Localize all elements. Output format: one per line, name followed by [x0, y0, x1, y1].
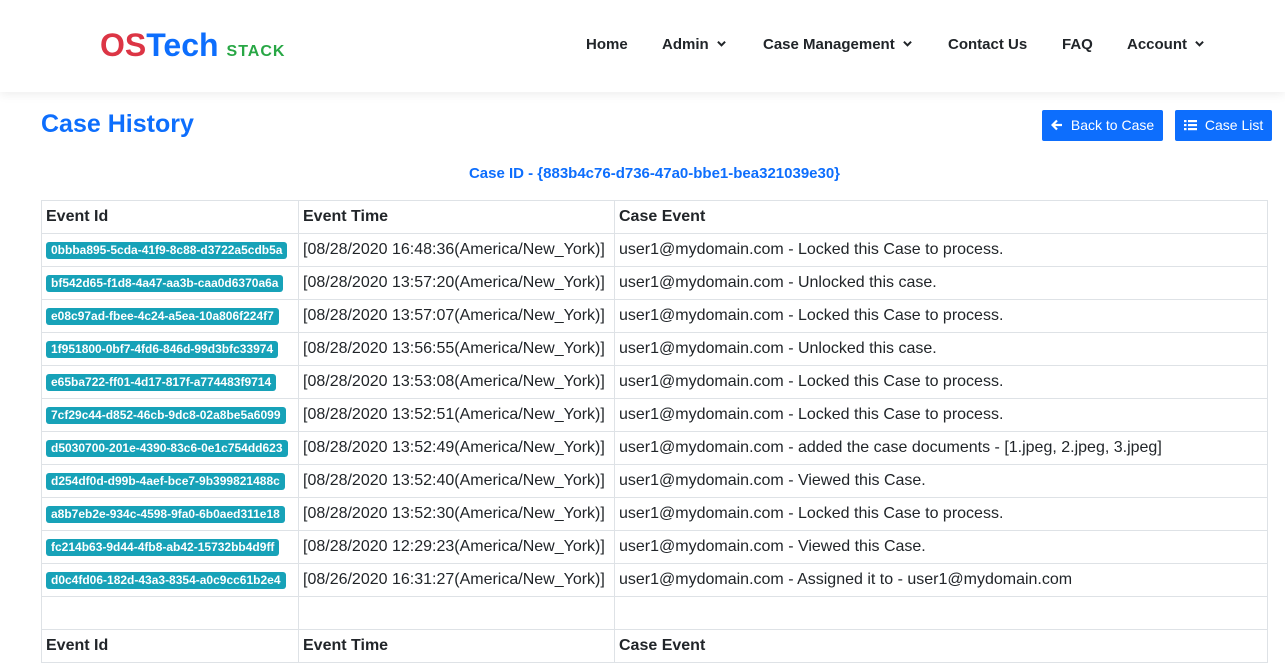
- event-id-cell: e08c97ad-fbee-4c24-a5ea-10a806f224f7: [41, 299, 299, 333]
- case-id: Case ID - {883b4c76-d736-47a0-bbe1-bea32…: [468, 165, 841, 182]
- chevron-down-icon: [716, 40, 726, 47]
- event-id-badge: 0bbba895-5cda-41f9-8c88-d3722a5cdb5a: [46, 242, 288, 259]
- nav-faq-label: FAQ: [1062, 36, 1093, 53]
- table-row: a8b7eb2e-934c-4598-9fa0-6b0aed311e18 [08/…: [41, 497, 1268, 531]
- nav-faq[interactable]: FAQ: [1062, 36, 1093, 53]
- table-row: d254df0d-d99b-4aef-bce7-9b399821488c [08/…: [41, 464, 1268, 498]
- nav-admin-label: Admin: [662, 36, 709, 53]
- header-event-id: Event Id: [41, 200, 299, 234]
- event-id-badge: d0c4fd06-182d-43a3-8354-a0c9cc61b2e4: [46, 572, 286, 589]
- event-id-cell: fc214b63-9d44-4fb8-ab42-15732bb4d9ff: [41, 530, 299, 564]
- event-time-cell: [08/28/2020 12:29:23(America/New_York)]: [298, 530, 615, 564]
- event-id-cell: 0bbba895-5cda-41f9-8c88-d3722a5cdb5a: [41, 233, 299, 267]
- case-event-cell: user1@mydomain.com - Locked this Case to…: [614, 299, 1268, 333]
- event-id-cell: d254df0d-d99b-4aef-bce7-9b399821488c: [41, 464, 299, 498]
- table-row: 0bbba895-5cda-41f9-8c88-d3722a5cdb5a [08/…: [41, 233, 1268, 267]
- table-row: e65ba722-ff01-4d17-817f-a774483f9714 [08/…: [41, 365, 1268, 399]
- event-time-cell: [08/28/2020 13:53:08(America/New_York)]: [298, 365, 615, 399]
- case-event-cell: user1@mydomain.com - Locked this Case to…: [614, 233, 1268, 267]
- nav-home-label: Home: [586, 36, 628, 53]
- brand-tech: Tech: [146, 27, 219, 63]
- table-row: 7cf29c44-d852-46cb-9dc8-02a8be5a6099 [08/…: [41, 398, 1268, 432]
- footer-event-id: Event Id: [41, 629, 299, 663]
- event-id-cell: bf542d65-f1d8-4a47-aa3b-caa0d6370a6a: [41, 266, 299, 300]
- spacer-cell: [614, 596, 1268, 630]
- case-list-label: Case List: [1204, 117, 1264, 133]
- nav-admin[interactable]: Admin: [662, 36, 726, 53]
- nav-account[interactable]: Account: [1127, 36, 1204, 53]
- event-id-cell: 7cf29c44-d852-46cb-9dc8-02a8be5a6099: [41, 398, 299, 432]
- nav-contact-us-label: Contact Us: [948, 36, 1028, 53]
- event-id-badge: 7cf29c44-d852-46cb-9dc8-02a8be5a6099: [46, 407, 286, 424]
- footer-case-event: Case Event: [614, 629, 1268, 663]
- event-time-cell: [08/28/2020 13:52:40(America/New_York)]: [298, 464, 615, 498]
- brand-stack: STACK: [226, 43, 286, 60]
- event-time-cell: [08/28/2020 13:57:20(America/New_York)]: [298, 266, 615, 300]
- brand-logo[interactable]: OSTech STACK: [100, 27, 285, 64]
- event-id-badge: d254df0d-d99b-4aef-bce7-9b399821488c: [46, 473, 285, 490]
- event-time-cell: [08/28/2020 16:48:36(America/New_York)]: [298, 233, 615, 267]
- table-header-row: Event Id Event Time Case Event: [41, 200, 1268, 234]
- case-history-table: Event Id Event Time Case Event 0bbba895-…: [41, 200, 1268, 663]
- nav-home[interactable]: Home: [586, 36, 628, 53]
- chevron-down-icon: [1195, 40, 1204, 47]
- event-id-cell: a8b7eb2e-934c-4598-9fa0-6b0aed311e18: [41, 497, 299, 531]
- table-row: d5030700-201e-4390-83c6-0e1c754dd623 [08/…: [41, 431, 1268, 465]
- event-id-badge: d5030700-201e-4390-83c6-0e1c754dd623: [46, 440, 288, 457]
- chevron-down-icon: [902, 40, 912, 47]
- nav-case-management[interactable]: Case Management: [763, 36, 912, 53]
- event-id-badge: fc214b63-9d44-4fb8-ab42-15732bb4d9ff: [46, 539, 280, 556]
- event-id-badge: 1f951800-0bf7-4fd6-846d-99d3bfc33974: [46, 341, 279, 358]
- case-event-cell: user1@mydomain.com - added the case docu…: [614, 431, 1268, 465]
- case-event-cell: user1@mydomain.com - Locked this Case to…: [614, 365, 1268, 399]
- case-event-cell: user1@mydomain.com - Assigned it to - us…: [614, 563, 1268, 597]
- case-event-cell: user1@mydomain.com - Locked this Case to…: [614, 497, 1268, 531]
- event-id-badge: bf542d65-f1d8-4a47-aa3b-caa0d6370a6a: [46, 275, 284, 292]
- event-id-badge: e08c97ad-fbee-4c24-a5ea-10a806f224f7: [46, 308, 279, 325]
- event-time-cell: [08/28/2020 13:52:30(America/New_York)]: [298, 497, 615, 531]
- case-event-cell: user1@mydomain.com - Viewed this Case.: [614, 464, 1268, 498]
- table-row: d0c4fd06-182d-43a3-8354-a0c9cc61b2e4 [08/…: [41, 563, 1268, 597]
- nav-case-management-label: Case Management: [763, 36, 895, 53]
- event-id-badge: e65ba722-ff01-4d17-817f-a774483f9714: [46, 374, 277, 391]
- event-time-cell: [08/26/2020 16:31:27(America/New_York)]: [298, 563, 615, 597]
- top-navbar: OSTech STACK Home Admin Case Management C…: [0, 0, 1285, 92]
- back-to-case-button[interactable]: Back to Case: [1042, 110, 1164, 141]
- list-icon: [1184, 120, 1197, 131]
- event-time-cell: [08/28/2020 13:52:51(America/New_York)]: [298, 398, 615, 432]
- table-row: fc214b63-9d44-4fb8-ab42-15732bb4d9ff [08/…: [41, 530, 1268, 564]
- header-case-event: Case Event: [614, 200, 1268, 234]
- case-event-cell: user1@mydomain.com - Locked this Case to…: [614, 398, 1268, 432]
- table-body: 0bbba895-5cda-41f9-8c88-d3722a5cdb5a [08/…: [41, 233, 1268, 597]
- page-title: Case History: [41, 110, 194, 138]
- case-event-cell: user1@mydomain.com - Viewed this Case.: [614, 530, 1268, 564]
- table-row: 1f951800-0bf7-4fd6-846d-99d3bfc33974 [08/…: [41, 332, 1268, 366]
- arrow-left-icon: [1051, 119, 1062, 131]
- event-time-cell: [08/28/2020 13:52:49(America/New_York)]: [298, 431, 615, 465]
- table-footer-row: Event Id Event Time Case Event: [41, 629, 1268, 663]
- case-event-cell: user1@mydomain.com - Unlocked this case.: [614, 266, 1268, 300]
- spacer-cell: [41, 596, 299, 630]
- brand-os: OS: [100, 27, 147, 63]
- table-spacer-row: [41, 596, 1268, 630]
- event-id-cell: e65ba722-ff01-4d17-817f-a774483f9714: [41, 365, 299, 399]
- event-id-cell: d0c4fd06-182d-43a3-8354-a0c9cc61b2e4: [41, 563, 299, 597]
- spacer-cell: [298, 596, 615, 630]
- header-event-time: Event Time: [298, 200, 615, 234]
- back-to-case-label: Back to Case: [1070, 117, 1155, 133]
- event-id-cell: 1f951800-0bf7-4fd6-846d-99d3bfc33974: [41, 332, 299, 366]
- nav-contact-us[interactable]: Contact Us: [948, 36, 1027, 53]
- nav-account-label: Account: [1127, 36, 1187, 53]
- event-id-cell: d5030700-201e-4390-83c6-0e1c754dd623: [41, 431, 299, 465]
- table-row: e08c97ad-fbee-4c24-a5ea-10a806f224f7 [08/…: [41, 299, 1268, 333]
- footer-event-time: Event Time: [298, 629, 615, 663]
- event-id-badge: a8b7eb2e-934c-4598-9fa0-6b0aed311e18: [46, 506, 285, 523]
- event-time-cell: [08/28/2020 13:57:07(America/New_York)]: [298, 299, 615, 333]
- table-row: bf542d65-f1d8-4a47-aa3b-caa0d6370a6a [08/…: [41, 266, 1268, 300]
- event-time-cell: [08/28/2020 13:56:55(America/New_York)]: [298, 332, 615, 366]
- case-list-button[interactable]: Case List: [1175, 110, 1273, 141]
- case-event-cell: user1@mydomain.com - Unlocked this case.: [614, 332, 1268, 366]
